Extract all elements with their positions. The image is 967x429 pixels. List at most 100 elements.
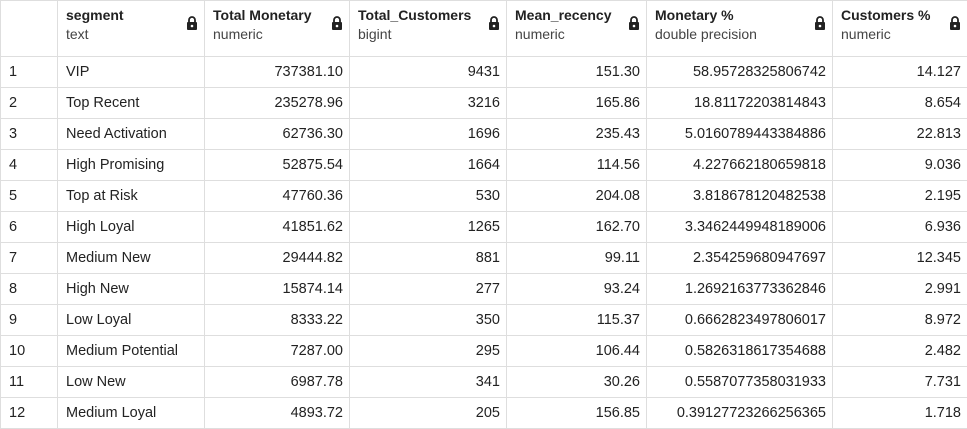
row-number[interactable]: 11 — [1, 367, 58, 398]
mean-recency-cell[interactable]: 114.56 — [507, 150, 647, 181]
segment-cell[interactable]: Low New — [58, 367, 205, 398]
column-header-total-customers[interactable]: Total_Customers bigint — [350, 1, 507, 57]
customers-percent-cell[interactable]: 2.482 — [833, 336, 967, 367]
customers-percent-cell[interactable]: 6.936 — [833, 212, 967, 243]
segment-cell[interactable]: High Loyal — [58, 212, 205, 243]
row-number[interactable]: 8 — [1, 274, 58, 305]
total-monetary-cell[interactable]: 235278.96 — [205, 88, 350, 119]
column-header-total-monetary[interactable]: Total Monetary numeric — [205, 1, 350, 57]
total-monetary-cell[interactable]: 6987.78 — [205, 367, 350, 398]
row-number[interactable]: 1 — [1, 57, 58, 88]
segment-cell[interactable]: VIP — [58, 57, 205, 88]
column-name: Mean_recency — [515, 6, 640, 24]
customers-percent-cell[interactable]: 22.813 — [833, 119, 967, 150]
mean-recency-cell[interactable]: 204.08 — [507, 181, 647, 212]
total-customers-cell[interactable]: 530 — [350, 181, 507, 212]
lock-icon — [949, 15, 961, 31]
column-type: numeric — [841, 24, 961, 44]
table-row[interactable]: 10Medium Potential7287.00295106.440.5826… — [1, 336, 967, 367]
monetary-percent-cell[interactable]: 5.0160789443384886 — [647, 119, 833, 150]
segment-cell[interactable]: Medium New — [58, 243, 205, 274]
total-monetary-cell[interactable]: 62736.30 — [205, 119, 350, 150]
customers-percent-cell[interactable]: 8.654 — [833, 88, 967, 119]
row-number-header[interactable] — [1, 1, 58, 57]
column-header-segment[interactable]: segment text — [58, 1, 205, 57]
row-number[interactable]: 6 — [1, 212, 58, 243]
mean-recency-cell[interactable]: 165.86 — [507, 88, 647, 119]
total-monetary-cell[interactable]: 41851.62 — [205, 212, 350, 243]
mean-recency-cell[interactable]: 151.30 — [507, 57, 647, 88]
mean-recency-cell[interactable]: 235.43 — [507, 119, 647, 150]
table-row[interactable]: 5Top at Risk47760.36530204.083.818678120… — [1, 181, 967, 212]
column-header-customers-percent[interactable]: Customers % numeric — [833, 1, 967, 57]
row-number[interactable]: 7 — [1, 243, 58, 274]
segment-cell[interactable]: High New — [58, 274, 205, 305]
total-monetary-cell[interactable]: 29444.82 — [205, 243, 350, 274]
total-customers-cell[interactable]: 1664 — [350, 150, 507, 181]
customers-percent-cell[interactable]: 2.195 — [833, 181, 967, 212]
mean-recency-cell[interactable]: 162.70 — [507, 212, 647, 243]
mean-recency-cell[interactable]: 99.11 — [507, 243, 647, 274]
table-row[interactable]: 9Low Loyal8333.22350115.370.666282349780… — [1, 305, 967, 336]
monetary-percent-cell[interactable]: 18.81172203814843 — [647, 88, 833, 119]
segment-cell[interactable]: Top Recent — [58, 88, 205, 119]
table-row[interactable]: 1VIP737381.109431151.3058.95728325806742… — [1, 57, 967, 88]
customers-percent-cell[interactable]: 12.345 — [833, 243, 967, 274]
segment-cell[interactable]: Top at Risk — [58, 181, 205, 212]
total-customers-cell[interactable]: 881 — [350, 243, 507, 274]
column-header-mean-recency[interactable]: Mean_recency numeric — [507, 1, 647, 57]
row-number[interactable]: 10 — [1, 336, 58, 367]
monetary-percent-cell[interactable]: 0.5826318617354688 — [647, 336, 833, 367]
segment-cell[interactable]: Low Loyal — [58, 305, 205, 336]
customers-percent-cell[interactable]: 14.127 — [833, 57, 967, 88]
total-customers-cell[interactable]: 9431 — [350, 57, 507, 88]
table-row[interactable]: 6High Loyal41851.621265162.703.346244994… — [1, 212, 967, 243]
segment-cell[interactable]: Medium Potential — [58, 336, 205, 367]
total-customers-cell[interactable]: 295 — [350, 336, 507, 367]
column-header-monetary-percent[interactable]: Monetary % double precision — [647, 1, 833, 57]
mean-recency-cell[interactable]: 93.24 — [507, 274, 647, 305]
table-row[interactable]: 7Medium New29444.8288199.112.35425968094… — [1, 243, 967, 274]
table-row[interactable]: 3Need Activation62736.301696235.435.0160… — [1, 119, 967, 150]
segment-cell[interactable]: High Promising — [58, 150, 205, 181]
total-customers-cell[interactable]: 341 — [350, 367, 507, 398]
total-monetary-cell[interactable]: 47760.36 — [205, 181, 350, 212]
monetary-percent-cell[interactable]: 1.2692163773362846 — [647, 274, 833, 305]
column-name: Total Monetary — [213, 6, 343, 24]
table-row[interactable]: 8High New15874.1427793.241.2692163773362… — [1, 274, 967, 305]
total-monetary-cell[interactable]: 8333.22 — [205, 305, 350, 336]
monetary-percent-cell[interactable]: 4.227662180659818 — [647, 150, 833, 181]
customers-percent-cell[interactable]: 9.036 — [833, 150, 967, 181]
total-monetary-cell[interactable]: 7287.00 — [205, 336, 350, 367]
row-number[interactable]: 5 — [1, 181, 58, 212]
monetary-percent-cell[interactable]: 3.3462449948189006 — [647, 212, 833, 243]
total-customers-cell[interactable]: 1265 — [350, 212, 507, 243]
customers-percent-cell[interactable]: 8.972 — [833, 305, 967, 336]
mean-recency-cell[interactable]: 106.44 — [507, 336, 647, 367]
customers-percent-cell[interactable]: 2.991 — [833, 274, 967, 305]
segment-cell[interactable]: Need Activation — [58, 119, 205, 150]
mean-recency-cell[interactable]: 30.26 — [507, 367, 647, 398]
total-customers-cell[interactable]: 277 — [350, 274, 507, 305]
total-customers-cell[interactable]: 1696 — [350, 119, 507, 150]
row-number[interactable]: 9 — [1, 305, 58, 336]
row-number[interactable]: 4 — [1, 150, 58, 181]
total-monetary-cell[interactable]: 52875.54 — [205, 150, 350, 181]
customers-percent-cell[interactable]: 7.731 — [833, 367, 967, 398]
total-customers-cell[interactable]: 3216 — [350, 88, 507, 119]
table-row[interactable]: 11Low New6987.7834130.260.55870773580319… — [1, 367, 967, 398]
total-monetary-cell[interactable]: 737381.10 — [205, 57, 350, 88]
monetary-percent-cell[interactable]: 2.354259680947697 — [647, 243, 833, 274]
monetary-percent-cell[interactable]: 0.5587077358031933 — [647, 367, 833, 398]
row-number[interactable]: 3 — [1, 119, 58, 150]
table-row[interactable]: 4High Promising52875.541664114.564.22766… — [1, 150, 967, 181]
total-monetary-cell[interactable]: 15874.14 — [205, 274, 350, 305]
monetary-percent-cell[interactable]: 3.818678120482538 — [647, 181, 833, 212]
mean-recency-cell[interactable]: 115.37 — [507, 305, 647, 336]
row-number[interactable]: 2 — [1, 88, 58, 119]
monetary-percent-cell[interactable]: 0.6662823497806017 — [647, 305, 833, 336]
monetary-percent-cell[interactable]: 58.95728325806742 — [647, 57, 833, 88]
total-customers-cell[interactable]: 350 — [350, 305, 507, 336]
lock-icon — [331, 15, 343, 31]
table-row[interactable]: 2Top Recent235278.963216165.8618.8117220… — [1, 88, 967, 119]
